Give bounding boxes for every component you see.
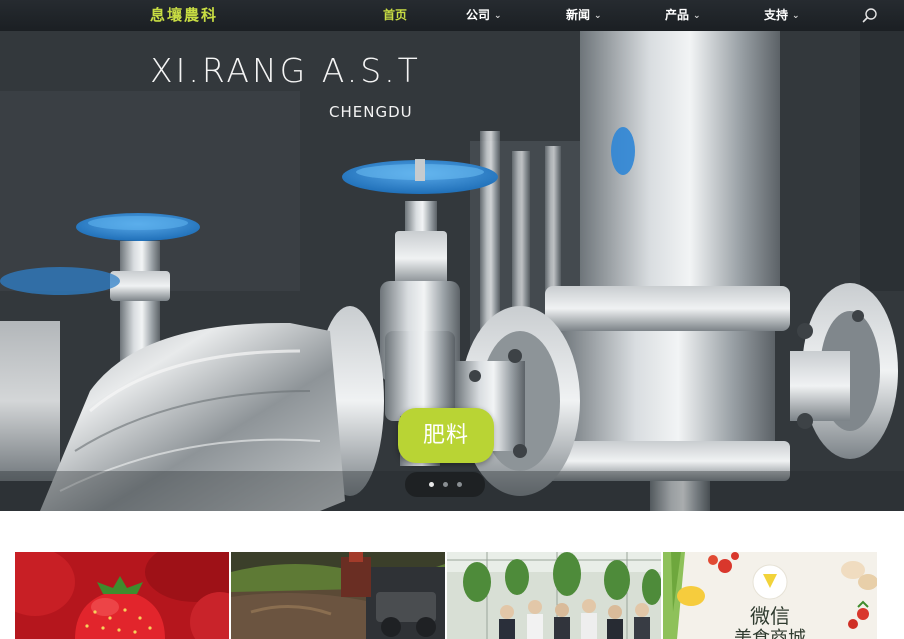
chevron-down-icon: ⌄ (792, 11, 800, 21)
slider-pagination (405, 472, 485, 497)
chevron-down-icon: ⌄ (693, 11, 701, 21)
chevron-down-icon: ⌄ (594, 11, 602, 21)
top-navigation-bar: 息壤農科 首页 公司 ⌄ 新闻 ⌄ 产品 ⌄ 支持 ⌄ (0, 0, 904, 31)
hero-slider: XI.RANG A.S.T CHENGDU 肥料 (0, 31, 904, 511)
nav-item-label: 首页 (383, 8, 408, 22)
nav-item-label: 新闻 (566, 8, 591, 22)
tile-strawberries[interactable] (15, 552, 229, 639)
search-icon (862, 8, 877, 23)
nav-item-label: 产品 (665, 8, 690, 22)
wechat-mall-subtitle: 美食商城 (734, 628, 806, 639)
search-button[interactable] (861, 7, 879, 25)
nav-item-news[interactable]: 新闻 ⌄ (566, 0, 602, 31)
slider-dot[interactable] (443, 482, 448, 487)
nav-item-label: 公司 (466, 8, 491, 22)
soil-tilling-image (231, 552, 445, 639)
nav-item-products[interactable]: 产品 ⌄ (665, 0, 701, 31)
feature-tiles: 微信 美食商城 (15, 552, 877, 639)
nav-item-company[interactable]: 公司 ⌄ (466, 0, 502, 31)
greenhouse-visit-image (447, 552, 661, 639)
nav-item-support[interactable]: 支持 ⌄ (764, 0, 800, 31)
tile-soil-tilling[interactable] (231, 552, 445, 639)
tile-wechat-mall[interactable]: 微信 美食商城 (663, 552, 877, 639)
strawberries-image (15, 552, 229, 639)
site-logo[interactable]: 息壤農科 (150, 5, 218, 26)
fertilizer-slide-button[interactable]: 肥料 (398, 408, 494, 463)
slider-dot[interactable] (457, 482, 462, 487)
nav-item-label: 支持 (764, 8, 789, 22)
slider-dot[interactable] (429, 482, 434, 487)
hero-brand-title: XI.RANG A.S.T (150, 51, 421, 90)
tile-greenhouse-visit[interactable] (447, 552, 661, 639)
chevron-down-icon: ⌄ (494, 11, 502, 21)
nav-item-home[interactable]: 首页 (383, 0, 407, 31)
hero-city-subtitle: CHENGDU (329, 103, 413, 121)
